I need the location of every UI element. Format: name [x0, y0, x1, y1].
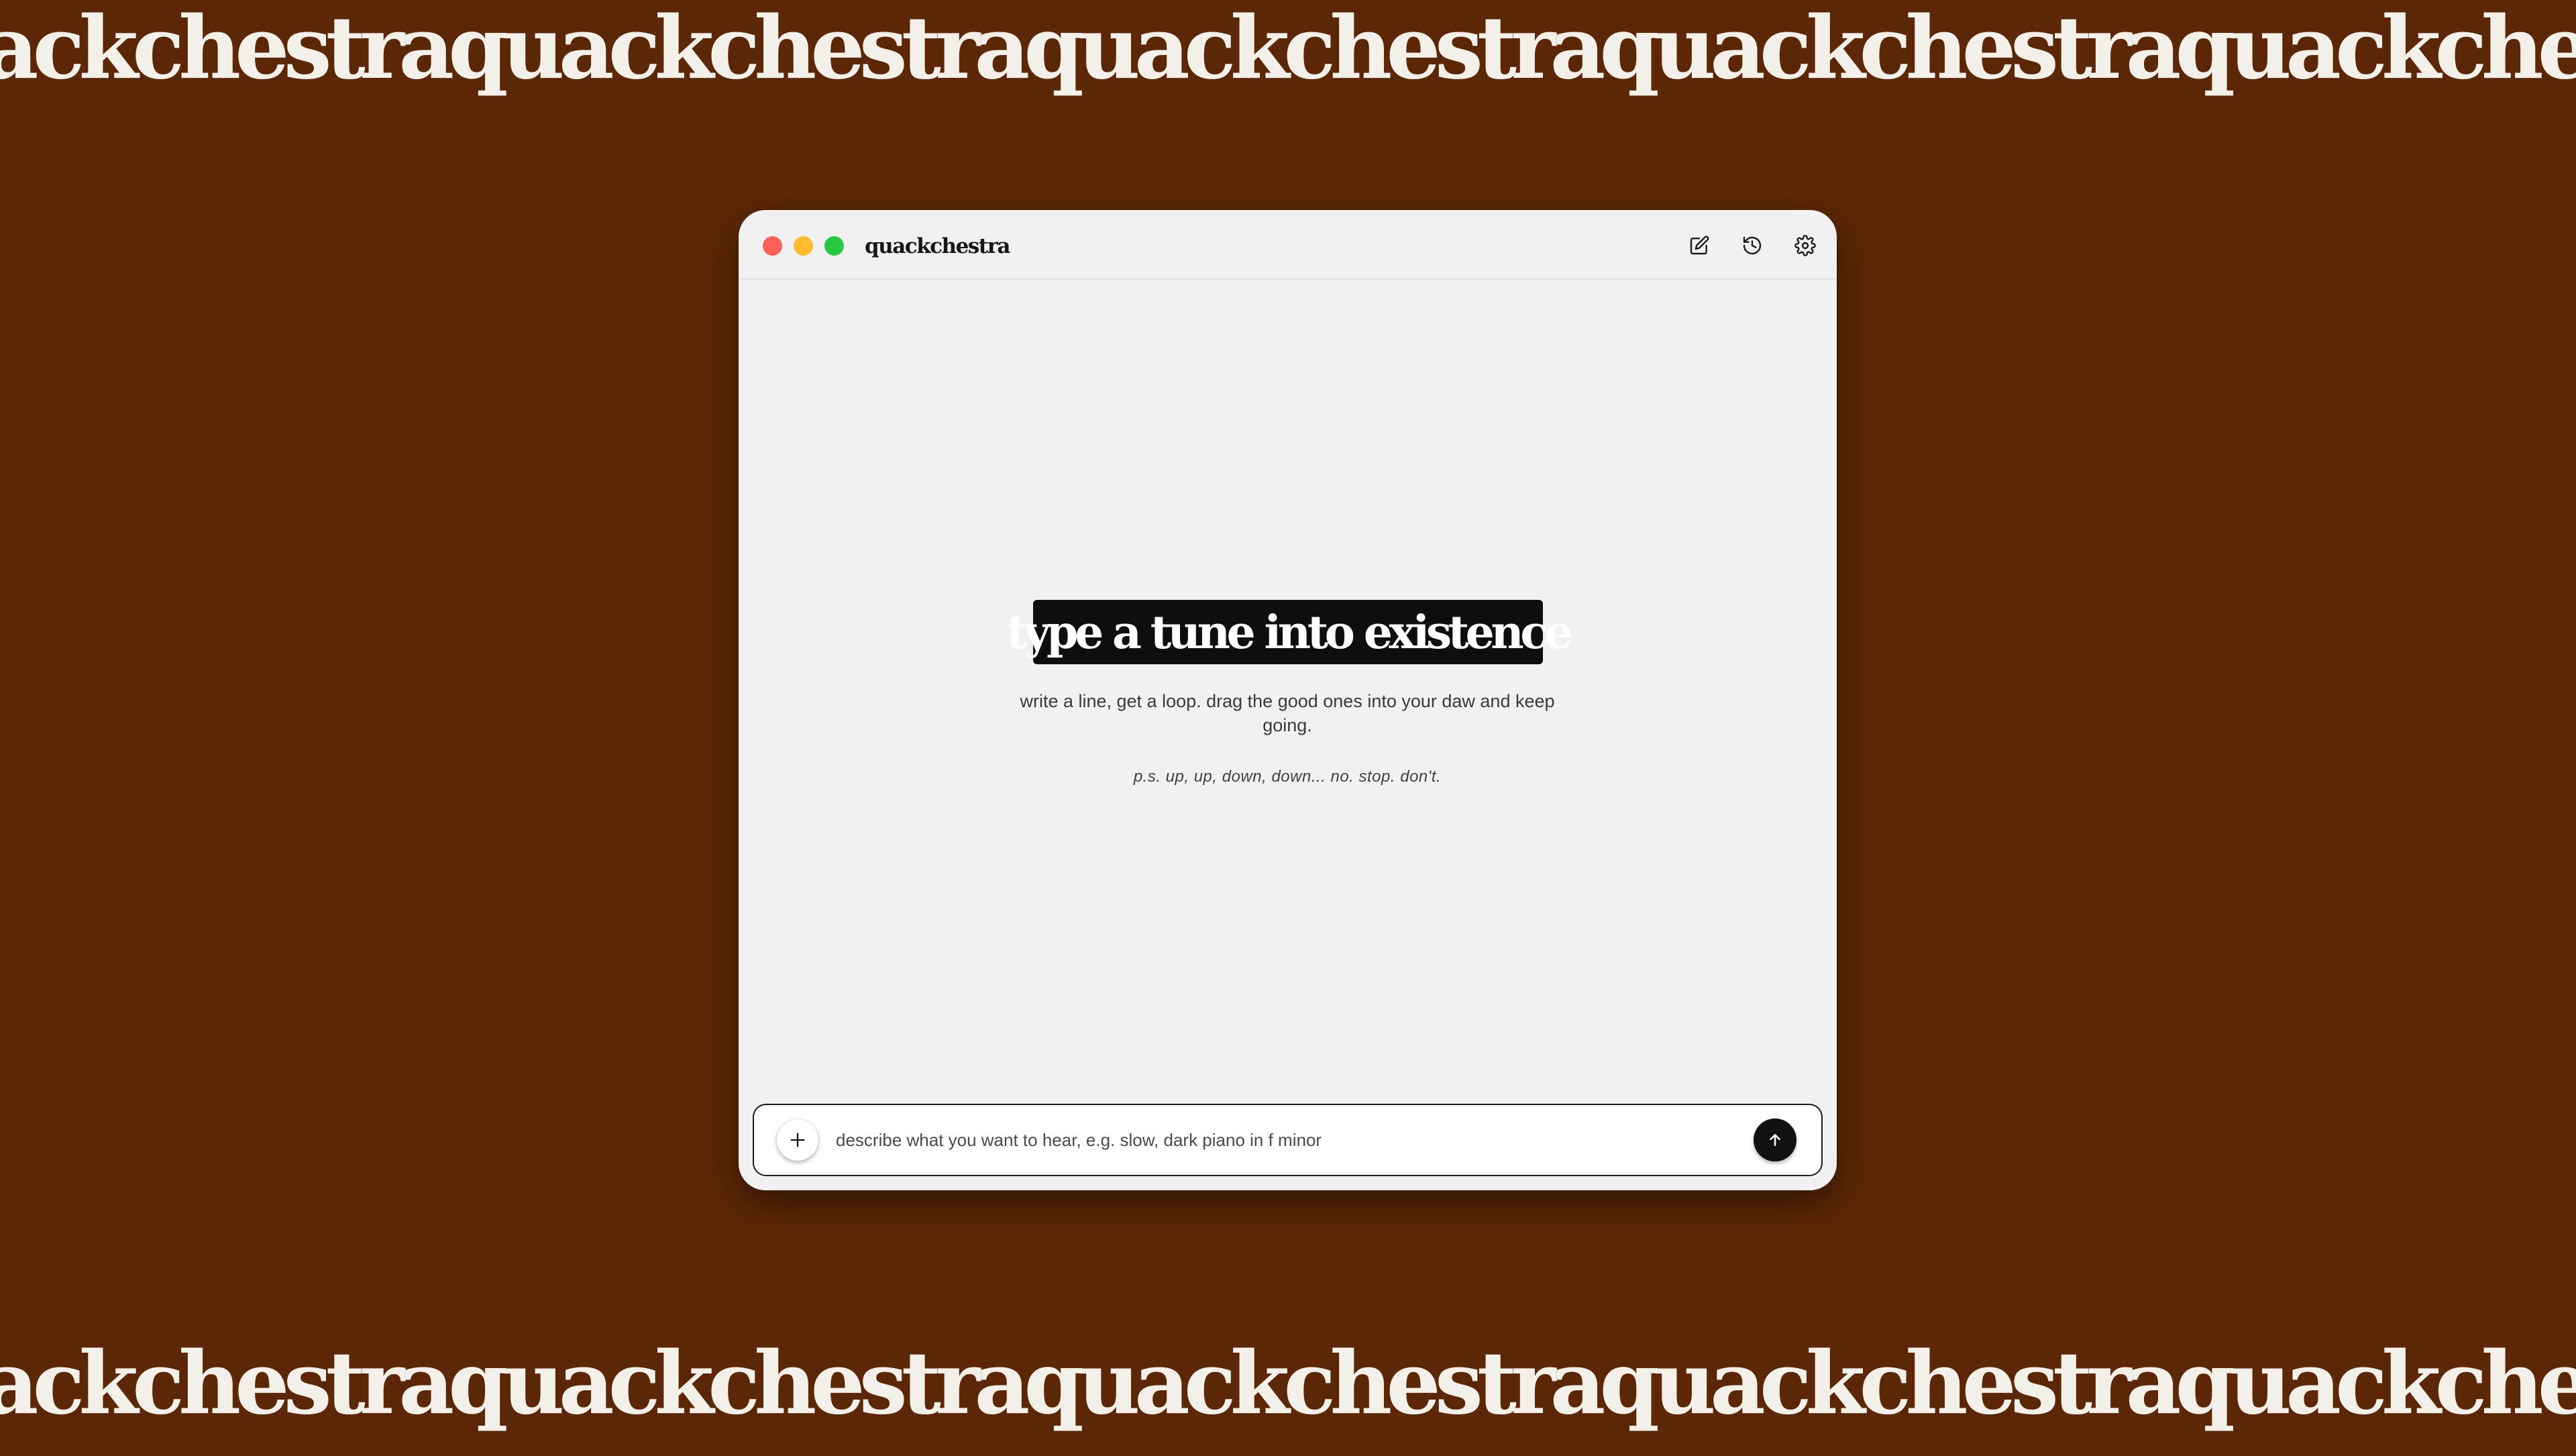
background-marquee-top: quackchestraquackchestraquackchestraquac… [0, 0, 2576, 121]
prompt-composer [753, 1104, 1823, 1176]
minimize-window-button[interactable] [794, 236, 813, 256]
arrow-up-icon [1770, 1134, 1780, 1146]
maximize-window-button[interactable] [824, 236, 844, 256]
marquee-text-bottom: quackchestraquackchestraquackchestraquac… [0, 1335, 2576, 1434]
app-window: quackchestra type a tune into existence … [739, 210, 1837, 1190]
send-button[interactable] [1754, 1119, 1796, 1161]
prompt-input[interactable] [836, 1121, 1708, 1159]
add-attachment-button[interactable] [777, 1119, 818, 1161]
new-compose-button[interactable] [1686, 232, 1713, 259]
app-title: quackchestra [865, 234, 1010, 258]
history-button[interactable] [1739, 232, 1766, 259]
hero-headline: type a tune into existence [1006, 606, 1573, 660]
history-icon [1743, 236, 1762, 255]
settings-button[interactable] [1792, 232, 1819, 259]
hero-ps-note: p.s. up, up, down, down... no. stop. don… [1133, 768, 1442, 786]
title-bar: quackchestra [739, 210, 1837, 280]
background-marquee-bottom: quackchestraquackchestraquackchestraquac… [0, 1335, 2576, 1456]
gear-icon [1794, 235, 1816, 256]
plus-icon [790, 1133, 805, 1147]
marquee-text-top: quackchestraquackchestraquackchestraquac… [0, 0, 2576, 99]
hero-subtitle: write a line, get a loop. drag the good … [1020, 691, 1555, 735]
compose-icon [1690, 236, 1709, 255]
headline-highlight: type a tune into existence [1006, 600, 1573, 664]
close-window-button[interactable] [763, 236, 782, 256]
